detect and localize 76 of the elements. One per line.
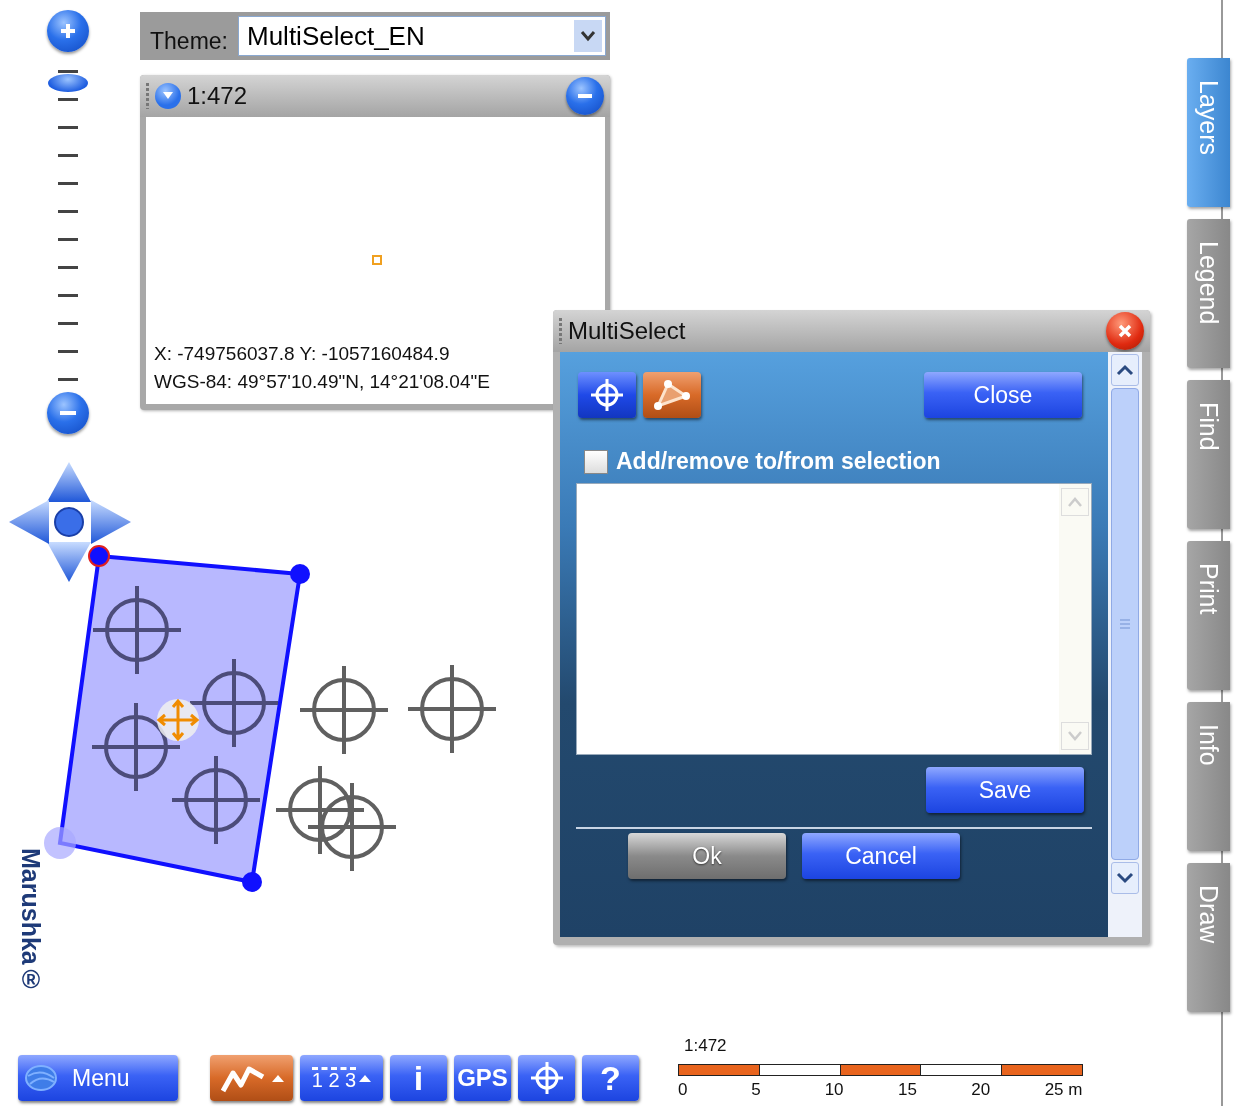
side-tab[interactable]: Print	[1187, 541, 1230, 690]
scrollbar[interactable]	[1108, 352, 1142, 937]
point-symbol[interactable]	[92, 703, 180, 791]
scale-tick-label: 5	[751, 1080, 762, 1100]
point-symbol[interactable]	[308, 783, 396, 871]
minus-icon	[578, 94, 592, 98]
vertex-handle[interactable]	[88, 545, 110, 567]
dialog-title: MultiSelect	[568, 317, 686, 345]
scale-tick-label: 20	[971, 1080, 992, 1100]
numbering-button[interactable]: 1 2 3	[300, 1055, 383, 1101]
crosshair-icon	[529, 1061, 564, 1095]
side-tab[interactable]: Layers	[1187, 58, 1230, 207]
chevron-up-icon	[1116, 364, 1134, 376]
scale-tick-label: 15	[898, 1080, 918, 1100]
logo: Marushka®	[16, 848, 45, 993]
collapse-button[interactable]	[155, 83, 181, 109]
measure-button[interactable]	[210, 1055, 293, 1101]
chevron-down-icon	[1067, 731, 1083, 741]
plus-icon	[58, 21, 78, 41]
vertex-handle[interactable]	[242, 872, 262, 892]
close-button[interactable]	[1106, 312, 1144, 350]
coordinate-text: X: -749756037.8 Y: -1057160484.9	[154, 342, 451, 366]
scale-label: 1:472	[683, 1036, 728, 1056]
point-select-button[interactable]	[578, 372, 636, 418]
checkbox[interactable]	[584, 449, 608, 474]
info-button[interactable]: i	[390, 1055, 447, 1101]
polygon-icon	[654, 380, 690, 410]
vertex-handle[interactable]	[290, 564, 310, 584]
point-symbol[interactable]	[276, 766, 364, 854]
side-tab[interactable]: Find	[1187, 380, 1230, 529]
grip-icon	[1119, 619, 1131, 629]
caret-up-icon	[272, 1074, 284, 1082]
close-button[interactable]: Close	[924, 372, 1082, 418]
scale-tick-label: 10	[824, 1080, 845, 1100]
point-symbol[interactable]	[408, 665, 496, 753]
crosshair-icon	[590, 378, 624, 412]
help-button[interactable]: ?	[582, 1055, 639, 1101]
point-symbol[interactable]	[93, 586, 181, 674]
theme-label: Theme:	[150, 27, 228, 55]
chevron-up-icon	[1067, 497, 1083, 507]
locate-button[interactable]	[518, 1055, 575, 1101]
zoom-out-button[interactable]	[47, 392, 89, 434]
point-symbol[interactable]	[172, 756, 260, 844]
chevron-down-icon	[580, 30, 596, 42]
scrollbar[interactable]	[1059, 484, 1091, 754]
minus-icon	[60, 411, 76, 415]
side-tab[interactable]: Legend	[1187, 219, 1230, 368]
menu-button[interactable]: Menu	[18, 1055, 178, 1101]
minimize-button[interactable]	[566, 77, 604, 115]
cancel-button[interactable]: Cancel	[802, 833, 960, 879]
coordinate-text: WGS-84: 49°57'10.49"N, 14°21'08.04"E	[154, 370, 491, 394]
vertex-handle[interactable]	[44, 827, 76, 859]
triangle-down-icon	[162, 91, 174, 101]
zoom-in-button[interactable]	[47, 10, 89, 52]
selection-polygon[interactable]	[57, 553, 303, 885]
gps-button[interactable]: GPS	[454, 1055, 511, 1101]
point-symbol[interactable]	[190, 659, 278, 747]
location-marker-icon	[372, 255, 382, 265]
move-handle-icon[interactable]	[156, 698, 200, 742]
globe-icon	[24, 1064, 58, 1092]
zoom-thumb[interactable]	[48, 73, 88, 92]
close-icon	[1117, 323, 1133, 339]
side-tab[interactable]: Info	[1187, 702, 1230, 851]
caret-up-icon	[359, 1074, 372, 1082]
polygon-select-button[interactable]	[643, 372, 701, 418]
checkbox-label: Add/remove to/from selection	[616, 448, 941, 475]
point-symbol[interactable]	[300, 666, 388, 754]
theme-dropdown[interactable]: MultiSelect_EN	[238, 16, 606, 56]
pan-control[interactable]	[9, 462, 131, 582]
scale-tick-label: 0	[678, 1080, 689, 1100]
scale-label: 1:472	[187, 82, 248, 110]
chevron-down-icon	[1116, 872, 1134, 884]
scrollbar-thumb[interactable]	[1111, 388, 1139, 860]
scale-tick-label: 25 m	[1044, 1080, 1084, 1100]
save-button[interactable]: Save	[926, 767, 1084, 813]
side-tab[interactable]: Draw	[1187, 863, 1230, 1012]
